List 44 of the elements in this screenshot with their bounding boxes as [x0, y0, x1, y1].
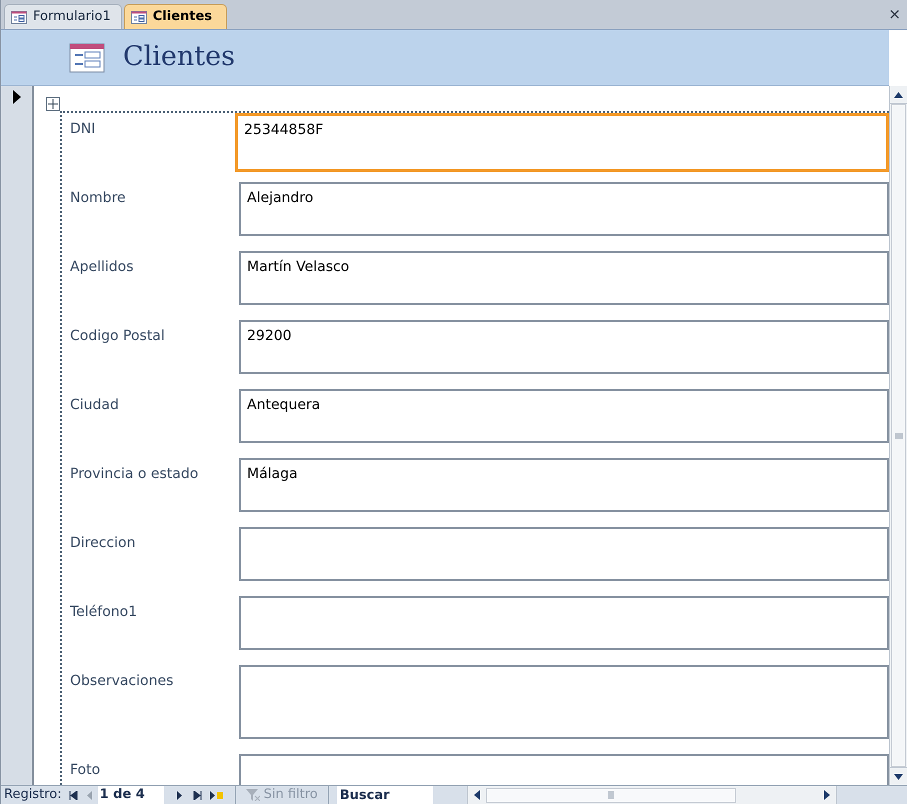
text-field[interactable] [239, 596, 889, 650]
field-label: Teléfono1 [70, 603, 138, 622]
record-label: Registro: [3, 786, 63, 804]
grip-icon [608, 791, 614, 799]
field-label: Provincia o estado [70, 465, 200, 484]
field-label: DNI [70, 120, 96, 139]
field-label: Ciudad [70, 396, 120, 415]
next-record-icon[interactable] [176, 790, 183, 800]
form-icon [130, 10, 147, 24]
text-field[interactable] [239, 665, 889, 739]
field-label: Foto [70, 761, 102, 780]
record-number-field[interactable]: 1 de 4 [98, 786, 164, 804]
text-field[interactable]: Antequera [239, 389, 889, 443]
text-field[interactable]: Málaga [239, 458, 889, 512]
filter-icon [246, 789, 260, 801]
text-field[interactable]: 25344858F [235, 113, 889, 172]
up-arrow-icon [894, 92, 903, 98]
field-label: Apellidos [70, 258, 134, 277]
first-record-icon[interactable] [68, 790, 78, 800]
move-handle-icon[interactable] [46, 97, 60, 111]
down-arrow-icon [894, 774, 903, 780]
grip-icon [894, 432, 902, 438]
new-record-icon[interactable] [208, 790, 223, 800]
form-icon [11, 10, 27, 24]
close-button[interactable]: × [888, 6, 901, 22]
current-record-icon [13, 90, 21, 104]
form-icon [69, 42, 105, 72]
field-label: Observaciones [70, 672, 174, 691]
text-field[interactable] [239, 527, 889, 581]
left-arrow-icon [474, 790, 480, 800]
last-record-icon[interactable] [192, 790, 202, 800]
previous-record-icon[interactable] [86, 790, 93, 800]
field-label: Direccion [70, 534, 136, 553]
form-title: Clientes [123, 40, 235, 74]
text-field[interactable]: Martín Velasco [239, 251, 889, 305]
field-label: Nombre [70, 189, 127, 208]
document-tab[interactable]: Clientes [124, 4, 228, 29]
text-field[interactable]: 29200 [239, 320, 889, 374]
document-tab[interactable]: Formulario1 [4, 4, 122, 29]
horizontal-scrollbar[interactable] [466, 786, 837, 804]
text-field[interactable]: Alejandro [239, 182, 889, 236]
right-arrow-icon [824, 790, 830, 800]
field-label: Codigo Postal [70, 327, 166, 346]
search-field[interactable]: Buscar [336, 786, 433, 804]
